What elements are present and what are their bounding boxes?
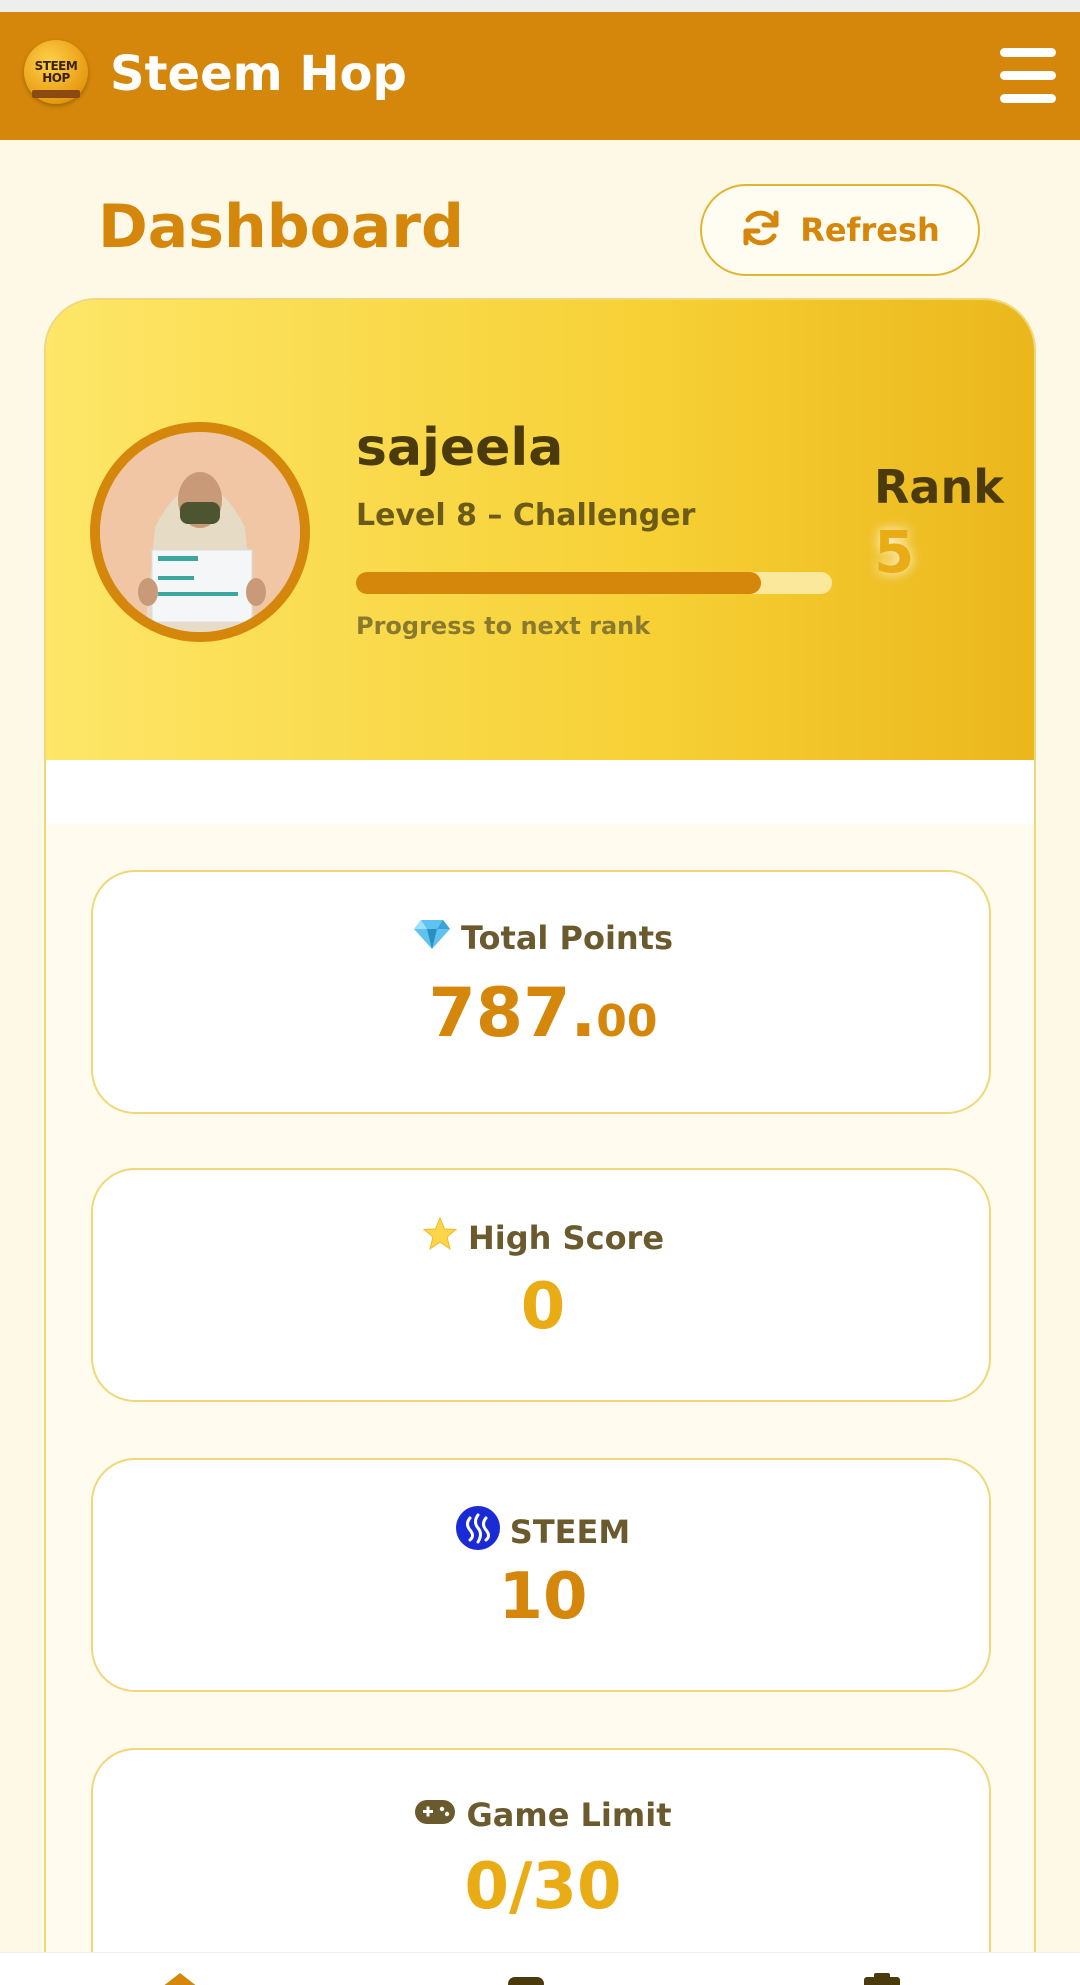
steem-card: STEEM 10	[91, 1458, 991, 1692]
bottom-nav	[0, 1952, 1080, 1985]
app-logo[interactable]: STEEM HOP	[24, 40, 88, 104]
app-title: Steem Hop	[110, 46, 407, 102]
level-label: Level 8 – Challenger	[356, 498, 696, 533]
hamburger-menu-icon[interactable]	[996, 48, 1060, 104]
rank-progress-fill	[356, 572, 761, 594]
total-points-integer: 787.	[428, 974, 597, 1053]
refresh-button[interactable]: Refresh	[700, 184, 980, 276]
gem-icon	[413, 918, 451, 958]
progress-caption: Progress to next rank	[356, 612, 651, 640]
rank-label: Rank	[874, 460, 1004, 514]
refresh-icon	[740, 207, 782, 253]
total-points-label: Total Points	[460, 919, 674, 957]
high-score-label: High Score	[467, 1219, 665, 1257]
high-score-header: High Score	[93, 1216, 993, 1260]
username: sajeela	[356, 418, 564, 478]
refresh-label: Refresh	[800, 211, 940, 249]
steem-icon	[455, 1506, 500, 1558]
gamepad-nav-icon[interactable]	[506, 1971, 546, 1985]
rank-value: 5	[874, 518, 915, 586]
top-bar: STEEM HOP Steem Hop	[0, 12, 1080, 140]
total-points-value: 787.00	[93, 974, 993, 1053]
game-limit-card: Game Limit 0/30	[91, 1748, 991, 1985]
steem-label: STEEM	[509, 1513, 631, 1551]
game-limit-label: Game Limit	[466, 1796, 672, 1834]
total-points-header: Total Points	[93, 918, 993, 958]
total-points-card: Total Points 787.00	[91, 870, 991, 1114]
total-points-decimal: 00	[596, 996, 658, 1047]
home-icon[interactable]	[160, 1971, 200, 1985]
game-limit-value: 0/30	[464, 1850, 622, 1924]
wallet-icon[interactable]	[862, 1971, 902, 1985]
logo-base	[32, 90, 80, 98]
avatar[interactable]	[90, 422, 310, 642]
steem-header: STEEM	[93, 1506, 993, 1558]
high-score-card: High Score 0	[91, 1168, 991, 1402]
dashboard-card: sajeela Level 8 – Challenger Progress to…	[44, 298, 1036, 1985]
status-strip	[0, 0, 1080, 12]
rank-progress-bar	[356, 572, 832, 594]
star-icon	[422, 1216, 458, 1260]
page-title: Dashboard	[98, 192, 464, 262]
high-score-value: 0	[520, 1270, 566, 1344]
logo-text: STEEM HOP	[34, 59, 78, 85]
gamepad-icon	[414, 1796, 456, 1834]
game-limit-header: Game Limit	[93, 1796, 993, 1834]
profile-banner: sajeela Level 8 – Challenger Progress to…	[46, 300, 1034, 760]
profile-divider	[46, 760, 1034, 824]
steem-value: 10	[498, 1560, 588, 1634]
